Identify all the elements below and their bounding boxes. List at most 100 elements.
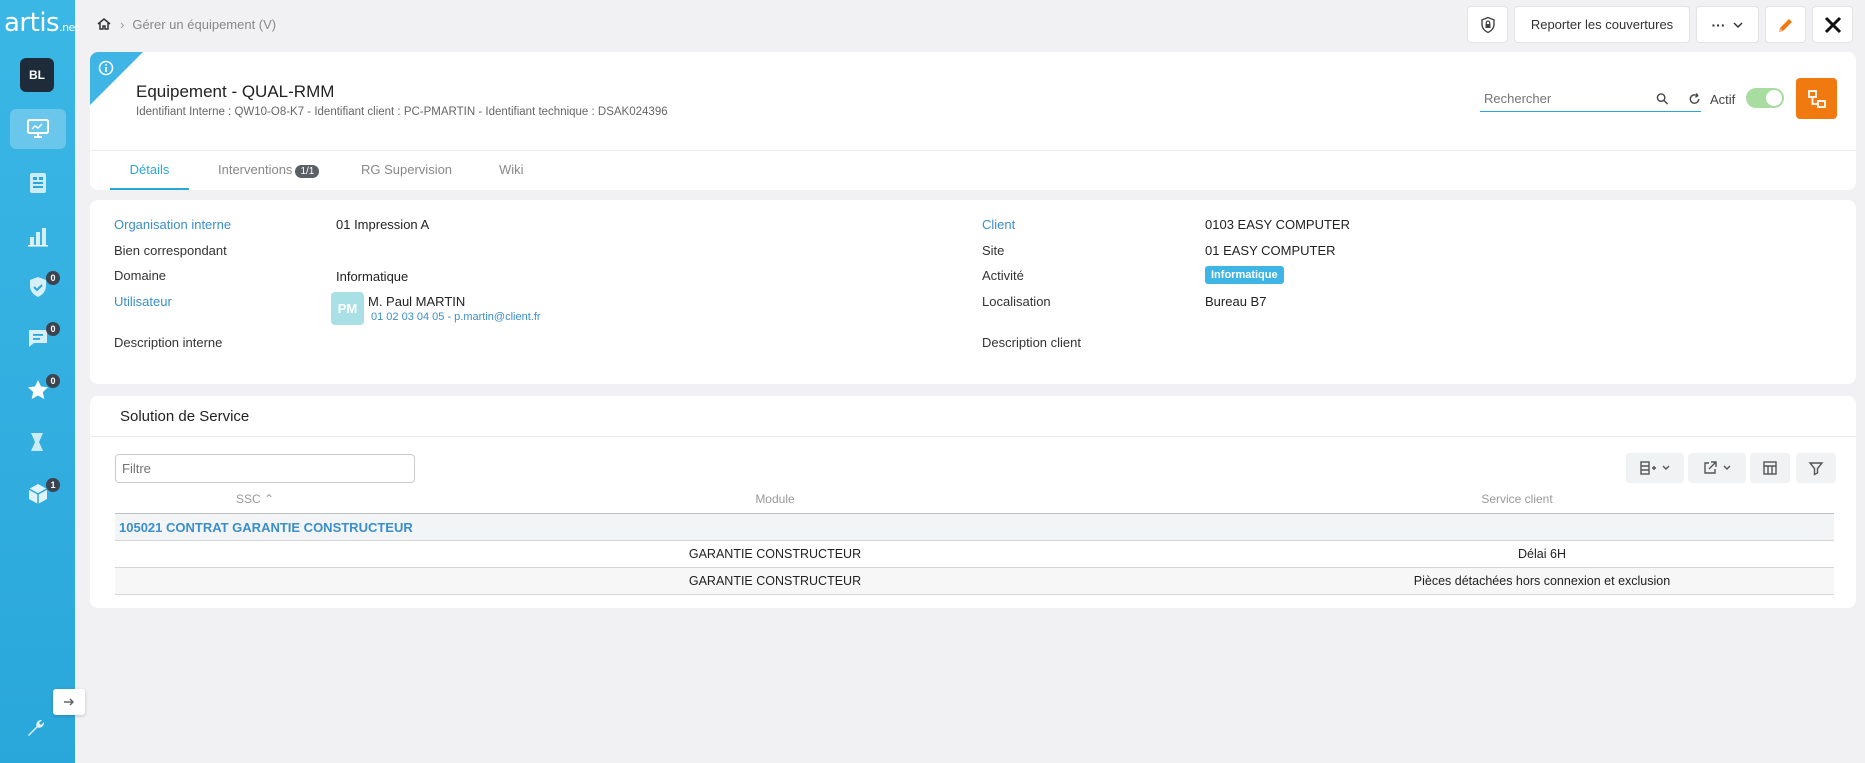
activity-label: Activité bbox=[982, 268, 1024, 283]
report-coverage-button[interactable]: Reporter les couvertures bbox=[1514, 6, 1690, 43]
hierarchy-button[interactable] bbox=[1796, 78, 1837, 119]
matching-asset-label: Bien correspondant bbox=[114, 243, 227, 258]
table-row[interactable]: GARANTIE CONSTRUCTEUR Pièces détachées h… bbox=[115, 568, 1834, 595]
client-value: 0103 EASY COMPUTER bbox=[1205, 217, 1350, 232]
funnel-icon bbox=[1808, 462, 1824, 476]
favorites-badge: 0 bbox=[46, 374, 60, 388]
nav-scripts[interactable] bbox=[10, 422, 66, 462]
internal-description-label: Description interne bbox=[114, 335, 223, 350]
tabs-divider bbox=[90, 150, 1856, 151]
monitor-icon bbox=[27, 119, 49, 138]
column-module[interactable]: Module bbox=[690, 492, 860, 506]
security-button[interactable] bbox=[1467, 6, 1508, 43]
group-row[interactable]: 105021 CONTRAT GARANTIE CONSTRUCTEUR bbox=[115, 514, 1834, 541]
user-avatar-pm: PM bbox=[331, 292, 364, 325]
module-cell: GARANTIE CONSTRUCTEUR bbox=[688, 547, 862, 561]
domain-value: Informatique bbox=[336, 269, 409, 284]
chat-badge: 0 bbox=[46, 322, 60, 336]
tab-wiki[interactable]: Wiki bbox=[499, 162, 524, 190]
tools-icon bbox=[1824, 16, 1841, 33]
tab-details[interactable]: Détails bbox=[110, 162, 189, 190]
service-solution-panel: Solution de Service SSC ⌃ Module Service… bbox=[90, 396, 1856, 608]
grid-icon bbox=[1763, 461, 1777, 475]
nav-contracts[interactable] bbox=[10, 163, 66, 203]
user-label[interactable]: Utilisateur bbox=[114, 294, 172, 309]
location-value: Bureau B7 bbox=[1205, 294, 1267, 309]
logo[interactable]: artis.net bbox=[4, 8, 79, 38]
more-label: ··· bbox=[1711, 16, 1726, 33]
section-divider bbox=[90, 436, 1856, 437]
site-value: 01 EASY COMPUTER bbox=[1205, 243, 1336, 258]
add-column-button[interactable] bbox=[1626, 453, 1684, 483]
tab-interventions-label: Interventions bbox=[218, 162, 293, 177]
search-box bbox=[1480, 86, 1701, 112]
user-avatar[interactable]: BL bbox=[20, 58, 54, 92]
nav-packages[interactable]: 1 bbox=[10, 474, 66, 514]
site-label: Site bbox=[982, 243, 1005, 258]
refresh-icon[interactable] bbox=[1688, 92, 1701, 106]
nav-validation[interactable]: 0 bbox=[10, 267, 66, 307]
export-button[interactable] bbox=[1688, 453, 1746, 483]
column-service-client[interactable]: Service client bbox=[1427, 492, 1607, 506]
tab-interventions[interactable]: Interventions 1/1 bbox=[218, 162, 320, 190]
contract-group-label[interactable]: 105021 CONTRAT GARANTIE CONSTRUCTEUR bbox=[119, 520, 413, 535]
settings-button[interactable] bbox=[24, 716, 48, 743]
user-name[interactable]: M. Paul MARTIN bbox=[368, 294, 465, 309]
wrench-icon bbox=[28, 719, 45, 736]
hierarchy-icon bbox=[1807, 89, 1826, 108]
script-icon bbox=[31, 433, 43, 451]
search-icon[interactable] bbox=[1656, 92, 1669, 106]
column-ssc[interactable]: SSC ⌃ bbox=[220, 492, 290, 506]
export-icon bbox=[1704, 461, 1717, 474]
validation-badge: 0 bbox=[46, 271, 60, 285]
tab-rg-supervision[interactable]: RG Supervision bbox=[361, 162, 452, 190]
shield-lock-icon bbox=[1480, 16, 1495, 33]
service-cell: Délai 6H bbox=[1518, 547, 1566, 561]
chevron-down-icon bbox=[1662, 465, 1670, 470]
active-label: Actif bbox=[1710, 92, 1736, 107]
edit-button[interactable] bbox=[1765, 6, 1806, 43]
grid-settings-button[interactable] bbox=[1750, 453, 1790, 483]
bar-chart-icon bbox=[28, 228, 48, 247]
nav-reports[interactable] bbox=[10, 216, 66, 256]
packages-badge: 1 bbox=[46, 478, 60, 492]
document-icon bbox=[30, 173, 46, 193]
chevron-down-icon bbox=[1723, 465, 1731, 470]
add-column-icon bbox=[1640, 461, 1656, 475]
internal-org-value: 01 Impression A bbox=[336, 217, 430, 232]
filter-button[interactable] bbox=[1796, 453, 1836, 483]
nav-favorites[interactable]: 0 bbox=[10, 370, 66, 410]
details-panel: Organisation interne 01 Impression A Bie… bbox=[90, 200, 1856, 384]
arrow-right-icon bbox=[64, 698, 75, 706]
more-actions-button[interactable]: ··· bbox=[1696, 6, 1759, 43]
module-cell: GARANTIE CONSTRUCTEUR bbox=[688, 574, 862, 588]
interventions-count-badge: 1/1 bbox=[295, 165, 320, 178]
internal-org-label[interactable]: Organisation interne bbox=[114, 217, 231, 232]
info-icon[interactable] bbox=[98, 60, 114, 79]
home-icon[interactable] bbox=[96, 16, 112, 32]
search-input[interactable] bbox=[1480, 91, 1650, 106]
client-label[interactable]: Client bbox=[982, 217, 1015, 232]
filter-input[interactable] bbox=[115, 454, 415, 483]
breadcrumb-current: Gérer un équipement (V) bbox=[132, 16, 277, 32]
location-label: Localisation bbox=[982, 294, 1051, 309]
sort-up-icon: ⌃ bbox=[263, 492, 275, 506]
user-contact[interactable]: 01 02 03 04 05 - p.martin@client.fr bbox=[371, 311, 541, 323]
top-actions: Reporter les couvertures ··· bbox=[1467, 6, 1853, 43]
table-row[interactable]: GARANTIE CONSTRUCTEUR Délai 6H bbox=[115, 541, 1834, 568]
breadcrumb: › Gérer un équipement (V) bbox=[96, 14, 276, 34]
equipment-header: Equipement - QUAL-RMM Identifiant Intern… bbox=[90, 52, 1856, 190]
breadcrumb-separator: › bbox=[120, 16, 125, 32]
pencil-icon bbox=[1778, 18, 1792, 32]
service-cell: Pièces détachées hors connexion et exclu… bbox=[1413, 574, 1671, 588]
expand-sidebar-button[interactable] bbox=[53, 689, 85, 715]
domain-label: Domaine bbox=[114, 268, 167, 283]
nav-chat[interactable]: 0 bbox=[10, 318, 66, 358]
sidebar: artis.net BL 0 0 0 1 bbox=[0, 0, 85, 763]
tools-button[interactable] bbox=[1812, 6, 1853, 43]
page-title: Equipement - QUAL-RMM bbox=[136, 82, 335, 101]
activity-badge: Informatique bbox=[1205, 266, 1284, 284]
nav-equipment[interactable] bbox=[10, 109, 66, 149]
active-toggle[interactable] bbox=[1746, 88, 1784, 108]
service-solution-title: Solution de Service bbox=[120, 408, 250, 425]
